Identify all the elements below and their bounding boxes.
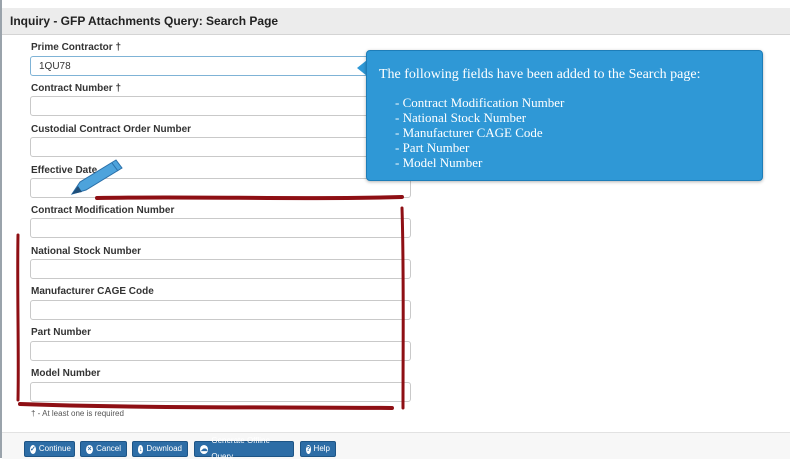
annotation-left-stroke xyxy=(16,233,20,402)
custodial-contract-order-label: Custodial Contract Order Number xyxy=(31,124,192,135)
effective-date-input[interactable] xyxy=(30,178,411,198)
callout-item: - Model Number xyxy=(395,155,483,170)
callout-list: - Contract Modification Number - Nationa… xyxy=(395,95,564,170)
page-title: Inquiry - GFP Attachments Query: Search … xyxy=(10,14,279,28)
callout-heading: The following fields have been added to … xyxy=(379,67,701,82)
national-stock-number-input[interactable] xyxy=(30,259,411,279)
required-note: † - At least one is required xyxy=(31,409,124,418)
generate-offline-query-label: Generate Offline Query xyxy=(211,436,270,461)
contract-modification-number-input[interactable] xyxy=(30,218,411,238)
help-label: Help xyxy=(313,444,330,453)
model-number-label: Model Number xyxy=(31,368,101,379)
custodial-contract-order-input[interactable] xyxy=(30,137,411,157)
check-circle-icon: ✓ xyxy=(30,444,36,454)
contract-number-label: Contract Number † xyxy=(31,83,122,94)
prime-contractor-input[interactable] xyxy=(30,56,411,76)
cancel-label: Cancel xyxy=(96,444,121,453)
part-number-label: Part Number xyxy=(31,327,92,338)
cancel-button[interactable]: × Cancel xyxy=(80,441,127,457)
callout-item: - Manufacturer CAGE Code xyxy=(395,125,543,140)
question-circle-icon: ? xyxy=(306,444,311,454)
callout-item: - Part Number xyxy=(395,140,470,155)
generate-offline-query-button[interactable]: ☁ Generate Offline Query xyxy=(194,436,294,461)
continue-button[interactable]: ✓ Continue xyxy=(24,441,75,457)
manufacturer-cage-code-label: Manufacturer CAGE Code xyxy=(31,286,154,297)
x-circle-icon: × xyxy=(86,444,94,454)
download-label: Download xyxy=(146,444,182,453)
help-button[interactable]: ? Help xyxy=(300,441,336,457)
effective-date-label: Effective Date xyxy=(31,165,98,176)
download-icon: ↓ xyxy=(138,444,144,454)
prime-contractor-label: Prime Contractor † xyxy=(31,42,122,53)
download-button[interactable]: ↓ Download xyxy=(132,441,188,457)
annotation-bottom-stroke xyxy=(18,402,394,410)
info-callout: The following fields have been added to … xyxy=(366,50,763,181)
contract-modification-number-label: Contract Modification Number xyxy=(31,205,175,216)
manufacturer-cage-code-input[interactable] xyxy=(30,300,411,320)
continue-label: Continue xyxy=(38,444,71,453)
page-header: Inquiry - GFP Attachments Query: Search … xyxy=(2,8,790,35)
window-frame xyxy=(0,0,2,458)
contract-number-input[interactable] xyxy=(30,96,411,116)
callout-item: - National Stock Number xyxy=(395,110,527,125)
model-number-input[interactable] xyxy=(30,382,411,402)
callout-item: - Contract Modification Number xyxy=(395,95,565,110)
part-number-input[interactable] xyxy=(30,341,411,361)
national-stock-number-label: National Stock Number xyxy=(31,246,142,257)
cloud-icon: ☁ xyxy=(200,444,209,454)
